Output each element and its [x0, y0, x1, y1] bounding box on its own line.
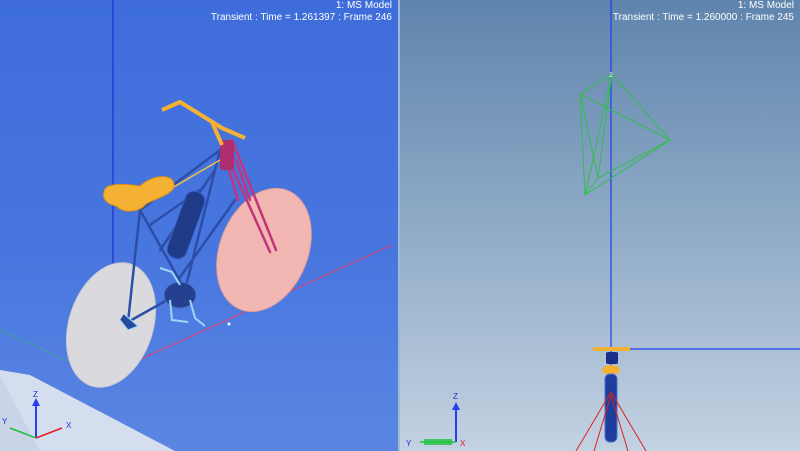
triad-y-label: Y [2, 417, 8, 426]
left-viewport-header: 1: MS Model Transient : Time = 1.261397 … [211, 0, 392, 24]
left-viewport[interactable]: Z Y X 1: MS Model Transient : Time = 1.2… [0, 0, 398, 451]
triad-z-label: Z [453, 392, 458, 401]
right-status-text: Transient : Time = 1.260000 : Frame 245 [612, 12, 794, 23]
wireframe-body [579, 73, 671, 196]
right-3d-scene[interactable]: z Z Y X [400, 0, 800, 451]
triad-y-label: Y [406, 439, 412, 448]
left-3d-scene[interactable]: Z Y X [0, 0, 398, 451]
left-status-text: Transient : Time = 1.261397 : Frame 246 [210, 12, 392, 23]
triad-z-label: Z [33, 390, 38, 399]
right-model-label: 1: MS Model [737, 0, 794, 11]
right-viewport-header: 1: MS Model Transient : Time = 1.260000 … [613, 0, 794, 24]
contact-marker [227, 322, 231, 326]
bike-end-view [606, 352, 618, 364]
triad-x-label: X [66, 421, 72, 430]
triad-x-label: X [460, 439, 466, 448]
handlebar [161, 100, 246, 140]
right-viewport[interactable]: z Z Y X 1: MS Model Transient : Time = 1… [400, 0, 800, 451]
saddle [103, 176, 175, 212]
left-model-label: 1: MS Model [335, 0, 392, 11]
svg-text:z: z [609, 70, 613, 79]
coordinate-triad-icon: Z Y X [406, 392, 466, 448]
front-wheel [216, 187, 312, 313]
rear-wheel [65, 262, 157, 388]
